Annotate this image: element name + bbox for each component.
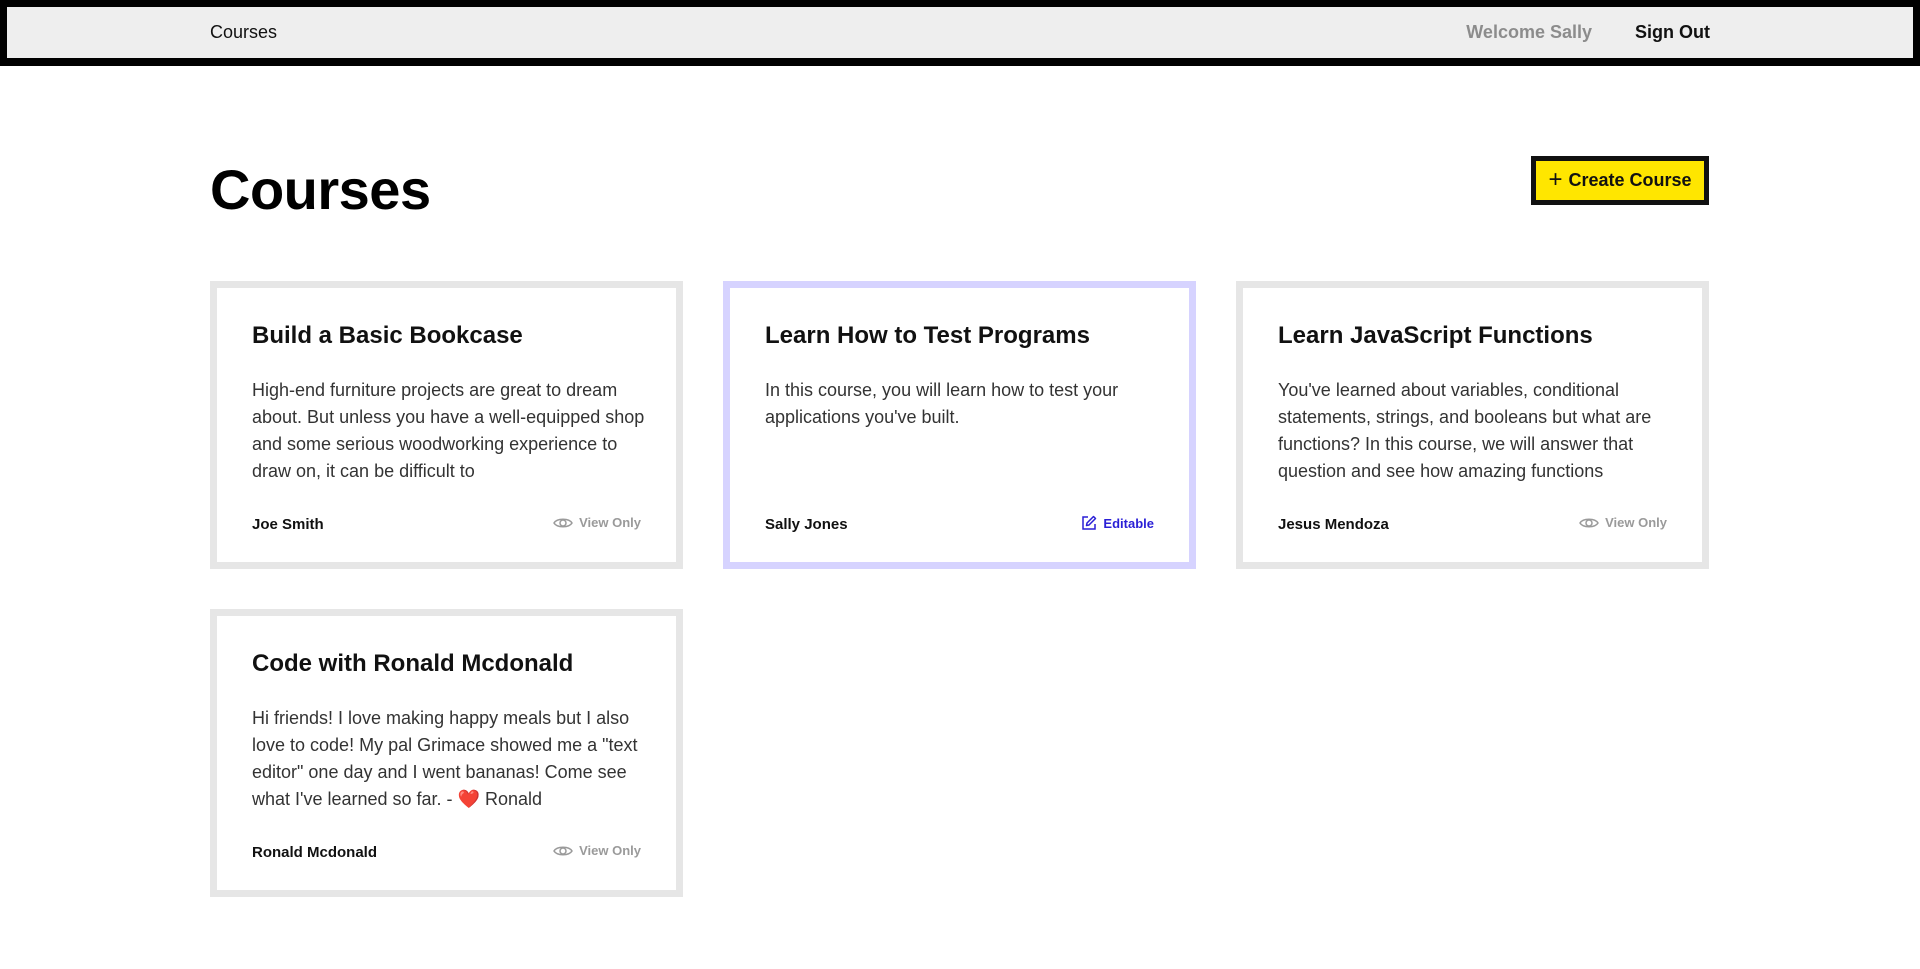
course-card[interactable]: Learn How to Test Programs In this cours…	[723, 281, 1196, 569]
top-nav-inner: Courses Welcome Sally Sign Out	[7, 7, 1913, 58]
course-card[interactable]: Learn JavaScript Functions You've learne…	[1236, 281, 1709, 569]
course-author: Jesus Mendoza	[1278, 516, 1389, 533]
access-badge: View Only	[1579, 515, 1667, 530]
access-badge: View Only	[553, 843, 641, 858]
course-description: You've learned about variables, conditio…	[1278, 380, 1652, 481]
sign-out-link[interactable]: Sign Out	[1635, 7, 1710, 58]
course-title: Learn How to Test Programs	[765, 322, 1090, 349]
course-title: Learn JavaScript Functions	[1278, 322, 1593, 349]
plus-icon: +	[1548, 165, 1563, 193]
eye-icon	[553, 518, 573, 527]
course-author: Ronald Mcdonald	[252, 844, 377, 861]
eye-icon	[1579, 518, 1599, 527]
access-badge: View Only	[553, 515, 641, 530]
access-label: Editable	[1103, 515, 1154, 531]
welcome-text: Welcome Sally	[1466, 22, 1592, 42]
course-title: Build a Basic Bookcase	[252, 322, 523, 349]
course-card[interactable]: Build a Basic Bookcase High-end furnitur…	[210, 281, 683, 569]
create-course-button[interactable]: + Create Course	[1531, 156, 1709, 205]
nav-courses-link[interactable]: Courses	[210, 7, 277, 58]
access-label: View Only	[579, 515, 641, 530]
course-description: In this course, you will learn how to te…	[765, 380, 1119, 427]
course-description: Hi friends! I love making happy meals bu…	[252, 708, 638, 809]
access-badge: Editable	[1081, 515, 1154, 531]
course-description: High-end furniture projects are great to…	[252, 380, 645, 481]
course-title: Code with Ronald Mcdonald	[252, 650, 574, 677]
access-label: View Only	[579, 843, 641, 858]
course-author: Joe Smith	[252, 516, 324, 533]
course-card[interactable]: Code with Ronald Mcdonald Hi friends! I …	[210, 609, 683, 897]
top-nav: Courses Welcome Sally Sign Out	[0, 0, 1920, 66]
eye-icon	[553, 846, 573, 855]
page-title: Courses	[210, 158, 431, 221]
create-course-label: Create Course	[1568, 170, 1692, 190]
access-label: View Only	[1605, 515, 1667, 530]
course-author: Sally Jones	[765, 516, 848, 533]
edit-icon	[1082, 515, 1097, 530]
